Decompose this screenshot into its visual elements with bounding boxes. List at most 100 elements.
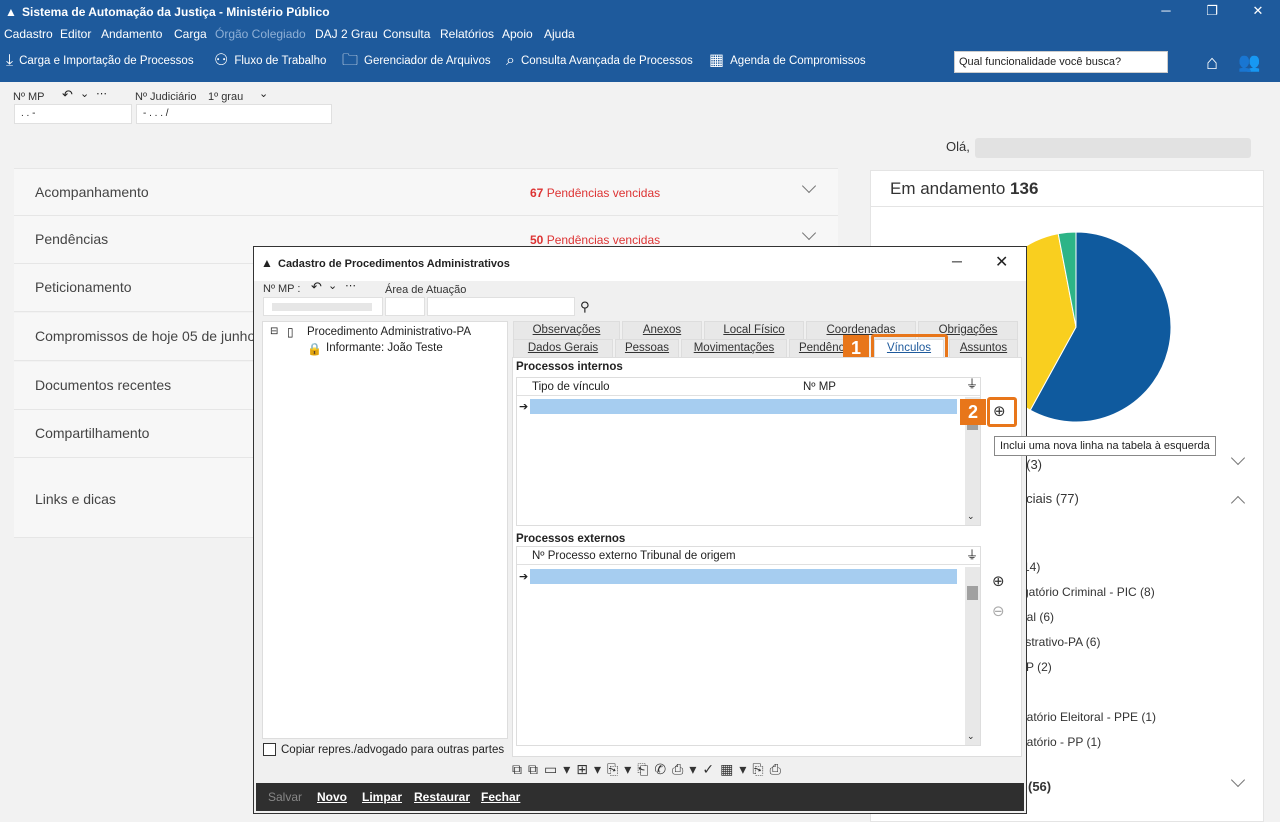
restaurar-button[interactable]: Restaurar: [414, 790, 470, 804]
tab-dados-gerais[interactable]: Dados Gerais: [513, 339, 613, 357]
internos-grid: Tipo de vínculo Nº MP ➔ ⌄: [516, 377, 981, 526]
tab-pessoas[interactable]: Pessoas: [615, 339, 679, 357]
njud-input[interactable]: - . . . /: [136, 104, 332, 124]
chevron-down-icon[interactable]: [1230, 772, 1246, 788]
step-badge-2: 2: [960, 399, 986, 425]
flow-icon: ⚇: [214, 52, 229, 69]
cadastro-dialog: ▲ Cadastro de Procedimentos Administrati…: [253, 246, 1216, 814]
collapse-icon[interactable]: ⊟: [270, 326, 278, 337]
list-c: (56): [1028, 779, 1052, 794]
dialog-title: Cadastro de Procedimentos Administrativo…: [278, 258, 510, 270]
fluxo-button[interactable]: ⚇ Fluxo de Trabalho: [214, 53, 326, 69]
njud-label: Nº Judiciário: [135, 91, 197, 103]
chevron-down-icon[interactable]: [801, 178, 817, 194]
col-nmp: Nº MP: [803, 381, 836, 393]
gerenciador-button[interactable]: 🗀 Gerenciador de Arquivos: [342, 53, 491, 69]
limpar-button[interactable]: Limpar: [362, 790, 402, 804]
tab-local-fisico[interactable]: Local Físico: [704, 321, 804, 339]
more-icon[interactable]: ⋯: [345, 279, 356, 292]
chevron-up-icon[interactable]: [1230, 495, 1246, 511]
tree-panel: ⊟ ▯ Procedimento Administrativo-PA 🔒 Inf…: [262, 321, 508, 739]
list-item[interactable]: tigatório Criminal - PIC (8): [1016, 585, 1155, 599]
pend-count: 50 Pendências vencidas: [530, 233, 661, 247]
grau-select[interactable]: 1º grau: [208, 91, 243, 103]
dialog-nmp-input[interactable]: [263, 297, 383, 316]
filter-icon[interactable]: ⏚: [966, 375, 978, 392]
chevron-down-icon[interactable]: ⌄: [967, 731, 975, 742]
col-tipo: Tipo de vínculo: [532, 381, 610, 393]
consulta-button[interactable]: ⌕ Consulta Avançada de Processos: [506, 53, 693, 69]
close-icon[interactable]: ✕: [995, 252, 1008, 272]
copy-label: Copiar repres./advogado para outras part…: [281, 744, 505, 756]
status-title: Em andamento 136: [890, 179, 1039, 198]
row-arrow-icon: ➔: [519, 571, 529, 583]
area-input[interactable]: [427, 297, 575, 316]
salvar-button[interactable]: Salvar: [268, 790, 302, 804]
area-label: Área de Atuação: [385, 284, 467, 296]
carga-button[interactable]: ⤓ Carga e Importação de Processos: [6, 53, 194, 69]
scroll-thumb[interactable]: [967, 586, 978, 600]
menu-andamento[interactable]: Andamento: [101, 27, 162, 41]
add-row-icon[interactable]: ⊕: [992, 572, 1005, 590]
chevron-down-icon[interactable]: ⌄: [967, 511, 975, 522]
pend-count: 67 Pendências vencidas: [530, 186, 661, 200]
list-item[interactable]: aratório - PP (1): [1016, 735, 1101, 749]
chevron-down-icon[interactable]: ⌄: [259, 87, 268, 100]
externos-grid: Nº Processo externo Tribunal de origem ➔…: [516, 546, 981, 746]
table-row-selected[interactable]: [530, 569, 957, 584]
menu-carga[interactable]: Carga: [174, 27, 207, 41]
nmp-label: Nº MP: [13, 91, 45, 103]
dialog-titlebar: ▲ Cadastro de Procedimentos Administrati…: [254, 247, 1026, 281]
close-icon[interactable]: ✕: [1238, 0, 1278, 24]
minimize-icon[interactable]: ─: [1146, 0, 1186, 24]
menu-editor[interactable]: Editor: [60, 27, 91, 41]
download-icon: ⤓: [6, 52, 14, 69]
menu-apoio[interactable]: Apoio: [502, 27, 533, 41]
list-item[interactable]: nistrativo-PA (6): [1016, 635, 1100, 649]
tab-observacoes[interactable]: Observações: [513, 321, 620, 339]
more-icon[interactable]: ⋯: [96, 87, 107, 100]
tab-assuntos[interactable]: Assuntos: [949, 339, 1018, 357]
fechar-button[interactable]: Fechar: [481, 790, 520, 804]
feature-search-input[interactable]: Qual funcionalidade você busca?: [954, 51, 1168, 73]
menu-ajuda[interactable]: Ajuda: [544, 27, 575, 41]
remove-row-icon[interactable]: ⊖: [992, 602, 1005, 620]
undo-icon[interactable]: ↶: [311, 279, 322, 295]
minimize-icon[interactable]: ─: [952, 253, 962, 269]
copy-checkbox[interactable]: [263, 743, 276, 756]
tree-child[interactable]: Informante: João Teste: [326, 342, 443, 354]
action-toolbar[interactable]: ⧉⧉▭▾⊞▾⎘▾⎗✆⎙▾✓▦▾⎘⎙: [512, 761, 862, 781]
table-row-selected[interactable]: [530, 399, 957, 414]
tab-anexos[interactable]: Anexos: [622, 321, 702, 339]
tree-root[interactable]: Procedimento Administrativo-PA: [307, 326, 471, 338]
area-code-input[interactable]: [385, 297, 425, 316]
add-row-icon[interactable]: ⊕: [993, 402, 1006, 420]
chevron-down-icon[interactable]: [1230, 450, 1246, 466]
filter-icon[interactable]: ⏚: [966, 546, 978, 563]
undo-icon[interactable]: ↶: [62, 87, 73, 103]
restore-icon[interactable]: ❐: [1192, 0, 1232, 24]
calendar-icon: ▦: [709, 52, 725, 69]
menu-consulta[interactable]: Consulta: [383, 27, 430, 41]
chevron-down-icon[interactable]: [801, 225, 817, 241]
chevron-down-icon[interactable]: ⌄: [80, 87, 89, 100]
search-icon[interactable]: ⚲: [580, 299, 590, 315]
greeting: Olá,: [946, 139, 970, 154]
tab-movimentacoes[interactable]: Movimentações: [681, 339, 787, 357]
menu-relatorios[interactable]: Relatórios: [440, 27, 494, 41]
col-externo: Nº Processo externo Tribunal de origem: [532, 550, 736, 562]
agenda-button[interactable]: ▦ Agenda de Compromissos: [709, 53, 866, 69]
menu-orgao-colegiado[interactable]: Órgão Colegiado: [215, 27, 306, 41]
novo-button[interactable]: Novo: [317, 790, 347, 804]
panel-acompanhamento[interactable]: Acompanhamento 67 Pendências vencidas: [14, 168, 838, 216]
nmp-input[interactable]: . . -: [14, 104, 132, 124]
home-icon[interactable]: ⌂: [1206, 52, 1218, 75]
chevron-down-icon[interactable]: ⌄: [328, 279, 337, 292]
menu-cadastro[interactable]: Cadastro: [4, 27, 53, 41]
users-icon[interactable]: 👥: [1238, 52, 1260, 73]
list-item[interactable]: aratório Eleitoral - PPE (1): [1016, 710, 1156, 724]
row-arrow-icon: ➔: [519, 401, 529, 413]
menu-daj[interactable]: DAJ 2 Grau: [315, 27, 378, 41]
app-logo-icon: ▲: [261, 256, 273, 270]
dialog-nmp-label: Nº MP :: [263, 283, 301, 295]
